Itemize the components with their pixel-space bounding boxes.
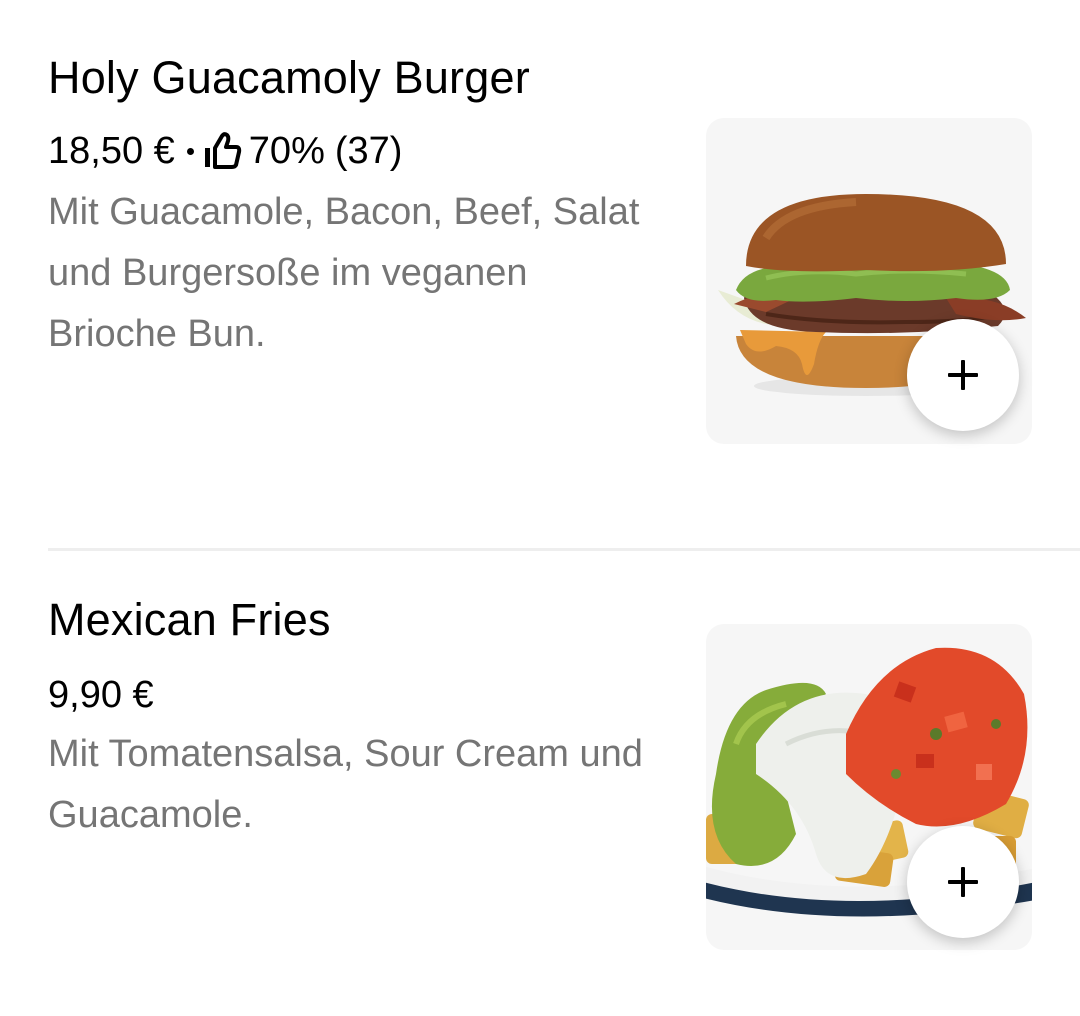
item-meta: 9,90 € (48, 672, 154, 718)
menu-item-mexican-fries[interactable]: Mexican Fries 9,90 € Mit Tomatensalsa, S… (0, 552, 1080, 1016)
menu-list: Holy Guacamoly Burger 18,50 € 70% (37) M… (0, 0, 1080, 1016)
item-title: Holy Guacamoly Burger (48, 52, 530, 103)
thumbs-up-icon (203, 131, 243, 171)
item-meta: 18,50 € 70% (37) (48, 128, 402, 174)
plus-icon (948, 360, 978, 390)
item-price: 18,50 € (48, 130, 175, 172)
item-price: 9,90 € (48, 674, 154, 716)
divider (48, 548, 1080, 551)
menu-item-holy-guacamoly-burger[interactable]: Holy Guacamoly Burger 18,50 € 70% (37) M… (0, 0, 1080, 548)
item-description: Mit Tomatensalsa, Sour Cream und Guacamo… (48, 733, 643, 836)
rating-count: (37) (334, 130, 403, 172)
add-to-cart-button[interactable] (907, 319, 1019, 431)
item-title: Mexican Fries (48, 594, 331, 645)
rating-percent: 70% (248, 130, 325, 172)
add-to-cart-button[interactable] (907, 826, 1019, 938)
item-description: Mit Guacamole, Bacon, Beef, Salat und Bu… (48, 191, 640, 355)
plus-icon (948, 867, 978, 897)
separator-dot (186, 147, 194, 155)
